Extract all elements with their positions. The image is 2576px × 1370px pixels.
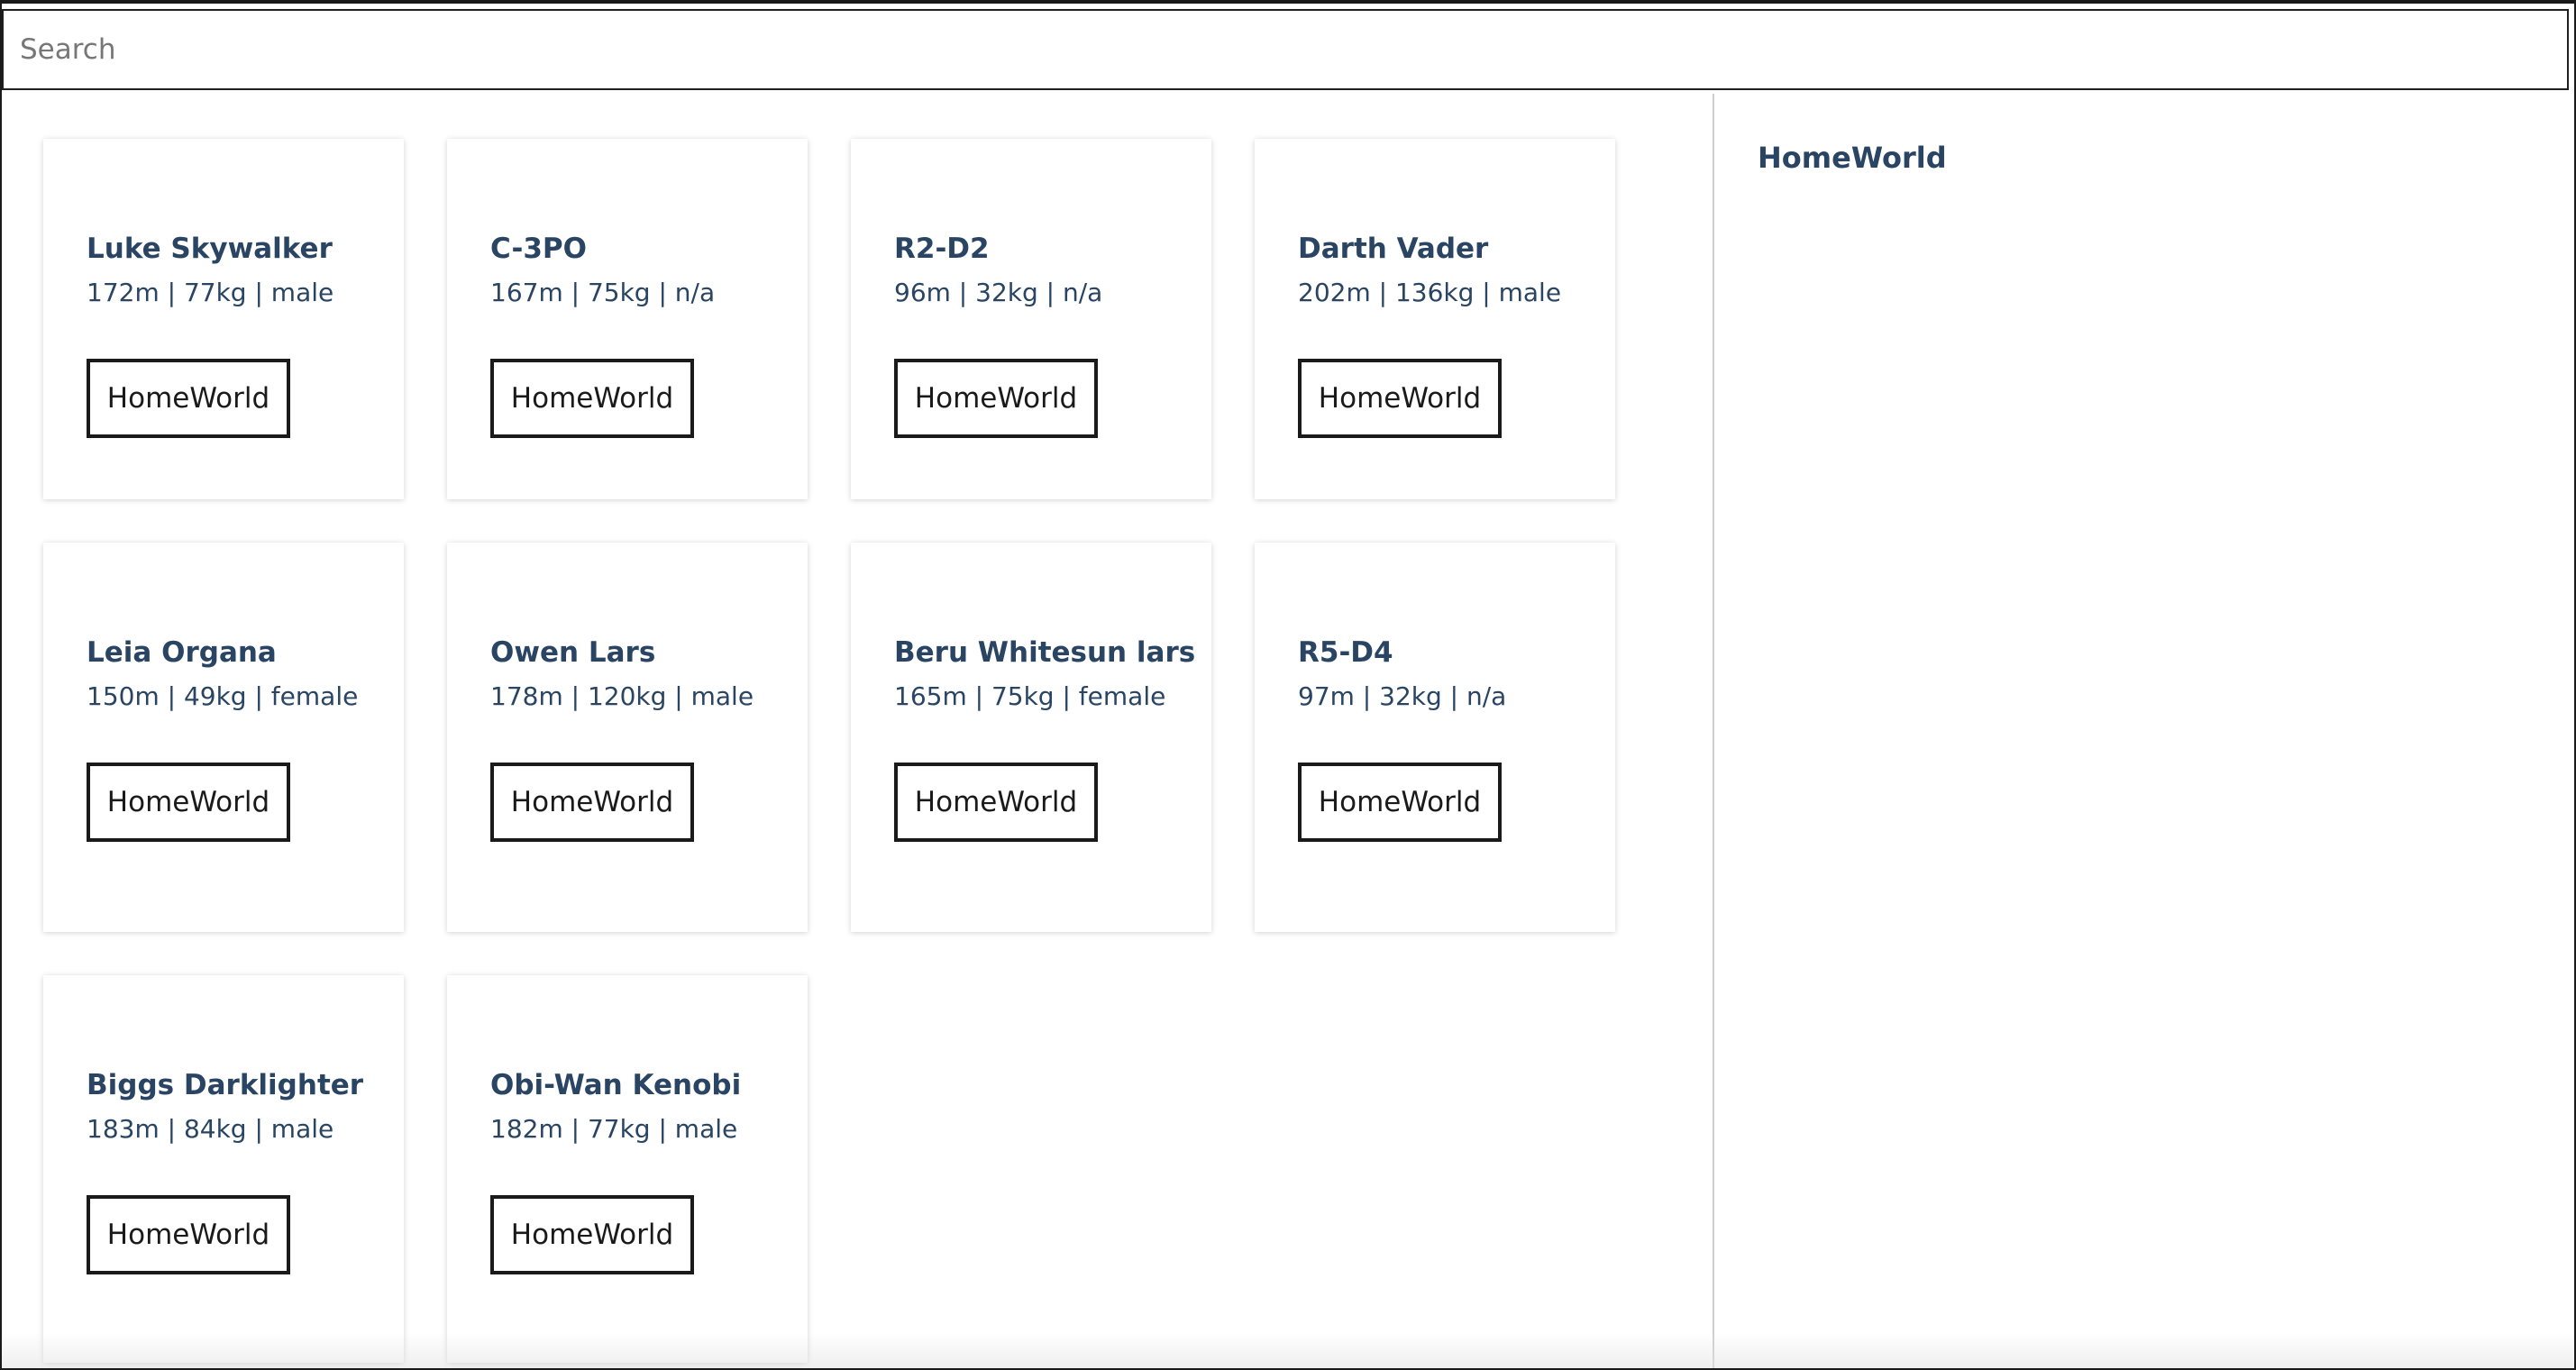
character-stats: 172m | 77kg | male: [87, 278, 334, 307]
homeworld-button[interactable]: HomeWorld: [87, 763, 290, 842]
character-stats: 165m | 75kg | female: [894, 681, 1166, 711]
search-input[interactable]: [4, 11, 2567, 88]
character-name: Darth Vader: [1298, 233, 1489, 265]
character-stats: 150m | 49kg | female: [87, 681, 359, 711]
character-card: Luke Skywalker 172m | 77kg | male HomeWo…: [43, 139, 404, 499]
homeworld-button[interactable]: HomeWorld: [490, 359, 694, 438]
character-name: C-3PO: [490, 233, 587, 265]
character-card: Beru Whitesun lars 165m | 75kg | female …: [851, 543, 1211, 932]
character-name: Owen Lars: [490, 636, 656, 669]
character-card: C-3PO 167m | 75kg | n/a HomeWorld: [447, 139, 808, 499]
character-stats: 167m | 75kg | n/a: [490, 278, 716, 307]
homeworld-button[interactable]: HomeWorld: [87, 359, 290, 438]
character-name: Obi-Wan Kenobi: [490, 1069, 742, 1101]
homeworld-button[interactable]: HomeWorld: [1298, 359, 1502, 438]
app-window: Luke Skywalker 172m | 77kg | male HomeWo…: [0, 0, 2576, 1370]
character-stats: 96m | 32kg | n/a: [894, 278, 1103, 307]
character-card: R2-D2 96m | 32kg | n/a HomeWorld: [851, 139, 1211, 499]
character-grid: Luke Skywalker 172m | 77kg | male HomeWo…: [2, 94, 1713, 1368]
character-card: Obi-Wan Kenobi 182m | 77kg | male HomeWo…: [447, 975, 808, 1363]
character-name: Biggs Darklighter: [87, 1069, 364, 1101]
character-stats: 182m | 77kg | male: [490, 1114, 738, 1144]
character-card: R5-D4 97m | 32kg | n/a HomeWorld: [1255, 543, 1615, 932]
character-name: Leia Organa: [87, 636, 277, 669]
character-stats: 97m | 32kg | n/a: [1298, 681, 1507, 711]
character-card: Darth Vader 202m | 136kg | male HomeWorl…: [1255, 139, 1615, 499]
homeworld-button[interactable]: HomeWorld: [490, 763, 694, 842]
homeworld-button[interactable]: HomeWorld: [894, 359, 1098, 438]
search-bar: [2, 9, 2569, 90]
character-stats: 183m | 84kg | male: [87, 1114, 334, 1144]
character-name: Beru Whitesun lars: [894, 636, 1196, 669]
homeworld-panel-title: HomeWorld: [1758, 141, 1947, 175]
homeworld-button[interactable]: HomeWorld: [490, 1195, 694, 1274]
homeworld-panel: HomeWorld: [1713, 94, 2574, 1368]
character-card: Owen Lars 178m | 120kg | male HomeWorld: [447, 543, 808, 932]
character-card: Leia Organa 150m | 49kg | female HomeWor…: [43, 543, 404, 932]
character-stats: 202m | 136kg | male: [1298, 278, 1562, 307]
character-name: R5-D4: [1298, 636, 1393, 669]
character-name: Luke Skywalker: [87, 233, 333, 265]
character-stats: 178m | 120kg | male: [490, 681, 754, 711]
character-name: R2-D2: [894, 233, 990, 265]
homeworld-button[interactable]: HomeWorld: [894, 763, 1098, 842]
character-card: Biggs Darklighter 183m | 84kg | male Hom…: [43, 975, 404, 1363]
homeworld-button[interactable]: HomeWorld: [1298, 763, 1502, 842]
homeworld-button[interactable]: HomeWorld: [87, 1195, 290, 1274]
